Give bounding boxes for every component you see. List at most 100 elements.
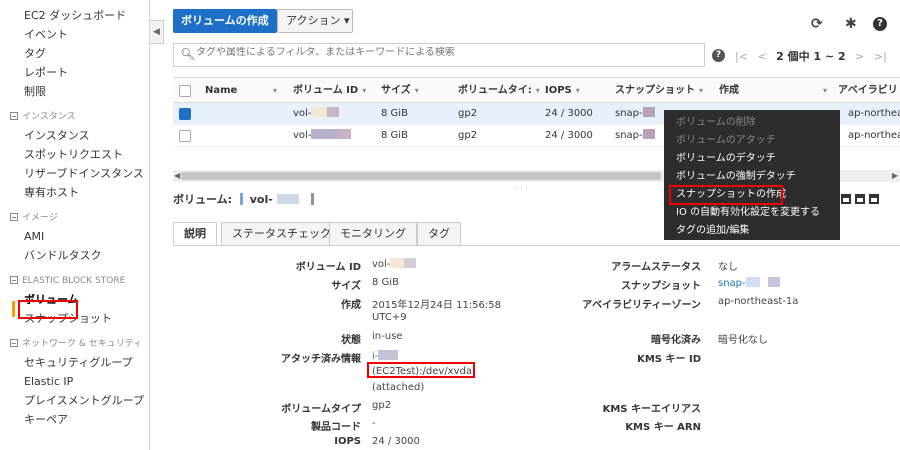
scrollbar-thumb[interactable] <box>181 172 661 180</box>
nav-section-network[interactable]: ネットワーク & セキュリティ <box>0 336 149 353</box>
cell-iops: 24 / 3000 <box>545 130 593 141</box>
cell-az: ap-northeas <box>848 108 900 119</box>
label-snapshot: スナップショット <box>621 281 701 292</box>
value-product-code: - <box>372 418 376 429</box>
scroll-left-icon[interactable]: ◀ <box>174 170 180 182</box>
value-availability-zone: ap-northeast-1a <box>718 296 799 307</box>
prev-page-icon[interactable]: < <box>757 50 766 63</box>
nav-section-images[interactable]: イメージ <box>0 210 149 227</box>
scroll-right-icon[interactable]: ▶ <box>892 170 898 182</box>
col-header-iops[interactable]: IOPS ▾ <box>545 78 580 104</box>
cell-volume-type: gp2 <box>458 108 478 119</box>
nav-ec2-dashboard[interactable]: EC2 ダッシュボード <box>0 6 149 25</box>
nav-section-label: インスタンス <box>22 112 76 122</box>
table-header: Name ▾ ボリューム ID ▾ サイズ ▾ ボリュームタイ: ▾ IOPS ▾ スナ… <box>173 77 900 103</box>
label-iops: IOPS <box>334 436 361 447</box>
row-checkbox[interactable] <box>179 108 191 120</box>
search-input[interactable] <box>196 47 676 58</box>
nav-spot-requests[interactable]: スポットリクエスト <box>0 145 149 164</box>
cell-size: 8 GiB <box>381 130 408 141</box>
row-checkbox[interactable] <box>179 130 191 142</box>
nav-placement-groups[interactable]: プレイスメントグループ <box>0 391 149 410</box>
label-kms-key-arn: KMS キー ARN <box>625 422 701 433</box>
detail-header: ボリューム: vol- <box>173 191 314 207</box>
tab-tags[interactable]: タグ <box>417 222 461 246</box>
menu-item-edit-tags[interactable]: タグの追加/編集 <box>664 222 840 240</box>
col-header-volume-id[interactable]: ボリューム ID ▾ <box>293 78 366 104</box>
value-alarm-status: なし <box>718 262 738 273</box>
nav-ami[interactable]: AMI <box>0 227 149 246</box>
nav-section-ebs[interactable]: ELASTIC BLOCK STORE <box>0 273 149 290</box>
menu-item-attach-volume[interactable]: ボリュームのアタッチ <box>664 132 840 150</box>
sidebar-collapse-button[interactable]: ◀ <box>150 20 164 44</box>
sidebar: EC2 ダッシュボード イベント タグ レポート 制限 インスタンス インスタン… <box>0 0 150 450</box>
col-header-snapshot[interactable]: スナップショット ▾ <box>615 78 703 104</box>
tab-description[interactable]: 説明 <box>173 222 217 246</box>
collapse-icon <box>10 339 18 347</box>
search-help-icon[interactable]: ? <box>712 49 725 62</box>
sort-arrow-icon: ▾ <box>823 86 828 95</box>
cell-iops: 24 / 3000 <box>545 108 593 119</box>
layout-icon[interactable] <box>841 194 851 204</box>
menu-item-change-auto-enable-io[interactable]: IO の自動有効化設定を変更する <box>664 204 840 222</box>
col-header-az[interactable]: アベイラビリ <box>838 78 898 104</box>
nav-key-pairs[interactable]: キーペア <box>0 410 149 429</box>
col-header-volume-type[interactable]: ボリュームタイ: ▾ <box>458 78 540 104</box>
refresh-icon[interactable]: ⟳ <box>811 16 823 32</box>
value-volume-type: gp2 <box>372 400 392 411</box>
nav-events[interactable]: イベント <box>0 25 149 44</box>
actions-menu: ボリュームの削除 ボリュームのアタッチ ボリュームのデタッチ ボリュームの強制デ… <box>664 110 840 240</box>
label-availability-zone: アベイラビリティーゾーン <box>582 300 701 311</box>
nav-security-groups[interactable]: セキュリティグループ <box>0 353 149 372</box>
help-icon[interactable]: ? <box>873 17 887 31</box>
menu-item-force-detach[interactable]: ボリュームの強制デタッチ <box>664 168 840 186</box>
label-kms-key-id: KMS キー ID <box>637 354 701 365</box>
layout-icon[interactable] <box>869 194 879 204</box>
detail-header-volume-id: vol- <box>249 193 273 206</box>
nav-tags[interactable]: タグ <box>0 44 149 63</box>
collapse-icon <box>10 276 18 284</box>
actions-dropdown-button[interactable]: アクション ▾ <box>277 9 353 33</box>
search-icon: 🔍︎ <box>180 47 196 61</box>
value-iops: 24 / 3000 <box>372 436 420 447</box>
next-page-icon[interactable]: > <box>855 50 864 63</box>
menu-item-delete-volume[interactable]: ボリュームの削除 <box>664 114 840 132</box>
value-volume-id: vol- <box>372 258 417 270</box>
create-volume-button[interactable]: ボリュームの作成 <box>173 9 277 33</box>
nav-section-instances[interactable]: インスタンス <box>0 109 149 126</box>
nav-reports[interactable]: レポート <box>0 63 149 82</box>
nav-elastic-ip[interactable]: Elastic IP <box>0 372 149 391</box>
tab-monitoring[interactable]: モニタリング <box>329 222 417 246</box>
value-attachment-instance[interactable]: i- <box>372 350 399 362</box>
nav-instances[interactable]: インスタンス <box>0 126 149 145</box>
value-state: in-use <box>372 331 403 342</box>
gear-icon[interactable]: ✱ <box>845 16 857 32</box>
menu-item-detach-volume[interactable]: ボリュームのデタッチ <box>664 150 840 168</box>
nav-section-label: ELASTIC BLOCK STORE <box>22 276 126 286</box>
label-volume-type: ボリュームタイプ <box>281 404 361 415</box>
label-state: 状態 <box>341 335 361 346</box>
value-snapshot[interactable]: snap- <box>718 277 780 289</box>
search-bar: 🔍︎ <box>173 43 705 67</box>
value-created: 2015年12月24日 11:56:58 <box>372 300 501 311</box>
nav-bundle-tasks[interactable]: バンドルタスク <box>0 246 149 265</box>
sort-arrow-icon: ▾ <box>699 86 704 95</box>
nav-reserved-instances[interactable]: リザーブドインスタンス <box>0 164 149 183</box>
cell-volume-type: gp2 <box>458 130 478 141</box>
col-header-size[interactable]: サイズ ▾ <box>381 78 419 104</box>
pagination: |< < 2 個中 1 ~ 2 > >| <box>735 48 887 64</box>
tab-status-checks[interactable]: ステータスチェック <box>221 222 342 246</box>
collapse-icon <box>10 112 18 120</box>
splitter-handle[interactable]: · · · <box>515 184 528 193</box>
nav-section-label: ネットワーク & セキュリティ <box>22 339 143 349</box>
last-page-icon[interactable]: >| <box>874 50 887 63</box>
menu-item-create-snapshot[interactable]: スナップショットの作成 <box>669 185 786 205</box>
pane-layout-icons[interactable] <box>841 194 883 207</box>
layout-icon[interactable] <box>855 194 865 204</box>
select-all-checkbox[interactable] <box>179 85 191 97</box>
first-page-icon[interactable]: |< <box>735 50 748 63</box>
col-header-created[interactable]: 作成 <box>719 78 739 104</box>
col-header-name[interactable]: Name <box>205 78 237 104</box>
nav-dedicated-hosts[interactable]: 専有ホスト <box>0 183 149 202</box>
nav-limits[interactable]: 制限 <box>0 82 149 101</box>
